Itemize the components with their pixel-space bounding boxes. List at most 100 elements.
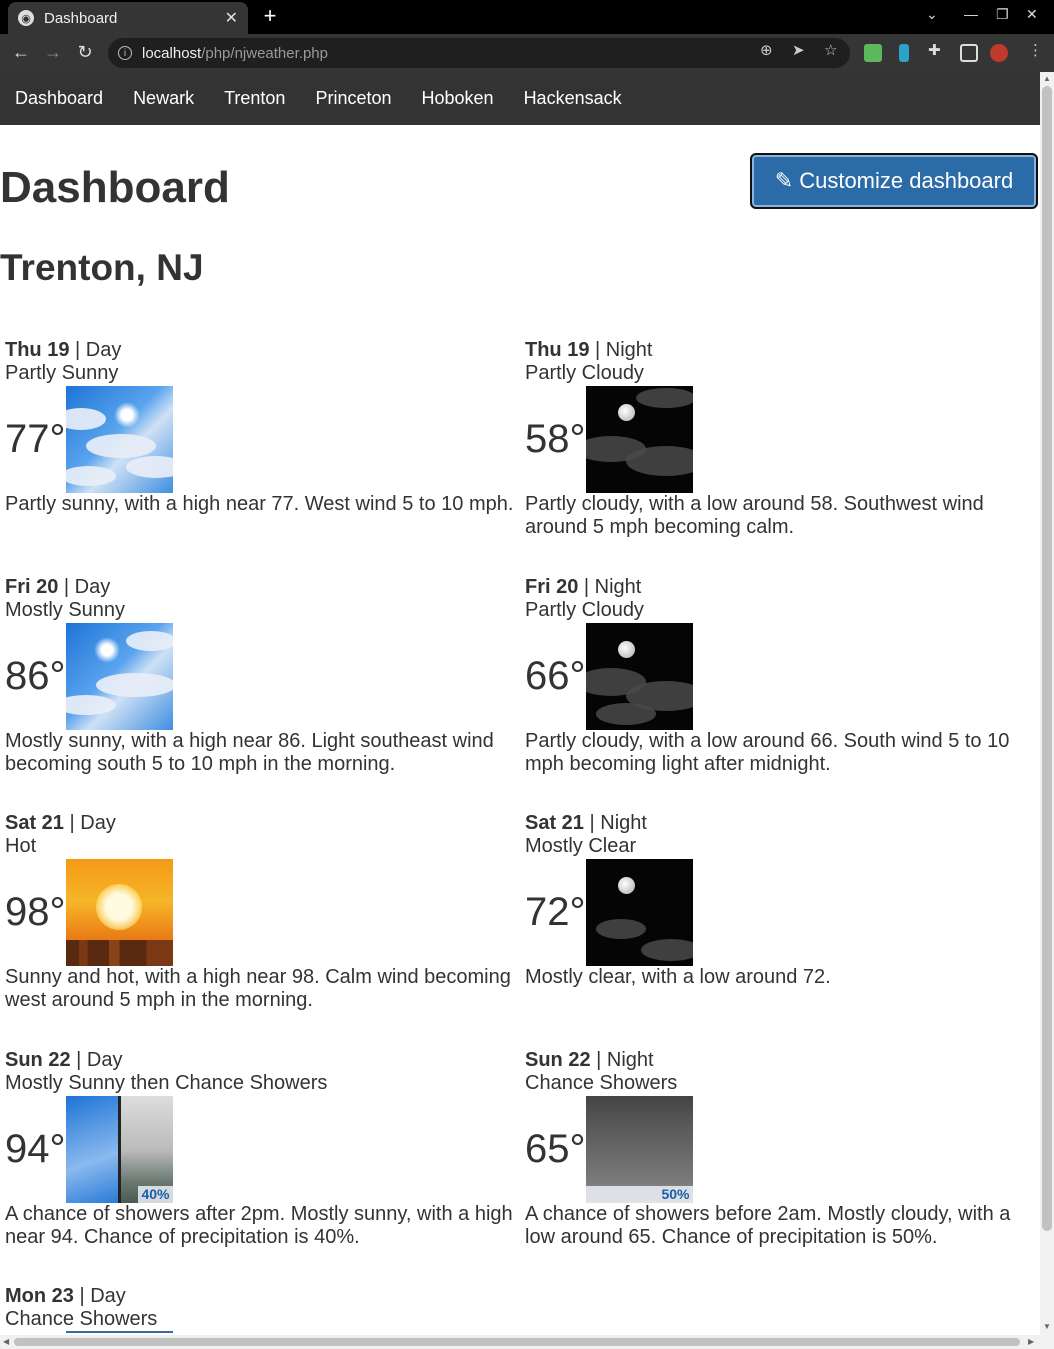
period-temperature: 72°	[525, 889, 586, 934]
period-detail: Partly sunny, with a high near 77. West …	[5, 493, 514, 515]
mostly-sunny-icon	[65, 622, 173, 730]
partly-sunny-icon	[65, 385, 173, 493]
sunny-then-showers-icon: 40%	[65, 1095, 173, 1203]
extensions-puzzle-icon[interactable]: ✚	[928, 41, 941, 59]
city-heading: Trenton, NJ	[0, 247, 204, 288]
new-tab-button[interactable]: +	[258, 4, 282, 28]
horizontal-scroll-thumb[interactable]	[14, 1338, 1020, 1346]
extension-green-icon[interactable]	[864, 44, 882, 62]
pencil-icon: ✎	[774, 168, 794, 193]
reload-icon[interactable]: ↻	[74, 42, 96, 63]
period-header: Sat 21 | Night	[525, 812, 647, 834]
period-temperature: 58°	[525, 416, 586, 461]
scroll-right-icon[interactable]: ▶	[1028, 1337, 1034, 1346]
vertical-scroll-thumb[interactable]	[1042, 86, 1052, 1231]
period-header: Sun 22 | Night	[525, 1049, 654, 1071]
precip-chance: 50%	[585, 1185, 693, 1203]
scroll-left-icon[interactable]: ◀	[3, 1337, 9, 1346]
nav-hoboken[interactable]: Hoboken	[422, 88, 494, 109]
period-header: Mon 23 | Day	[5, 1285, 126, 1307]
send-icon[interactable]: ➤	[792, 41, 805, 59]
period-header: Sat 21 | Day	[5, 812, 116, 834]
showers-icon	[66, 1331, 173, 1333]
tab-title: Dashboard	[44, 9, 118, 27]
main-content: Dashboard ✎ Customize dashboard Trenton,…	[0, 125, 1040, 1335]
browser-tab[interactable]: ◉ Dashboard ✕	[8, 2, 248, 34]
period-detail: Mostly clear, with a low around 72.	[525, 966, 831, 988]
profile-avatar[interactable]	[990, 44, 1008, 62]
address-bar[interactable]: i localhost/php/njweather.php	[108, 38, 850, 68]
tab-search-icon[interactable]: ⌄	[926, 6, 938, 23]
vertical-scrollbar[interactable]: ▲ ▼	[1040, 72, 1054, 1335]
night-partly-cloudy-icon	[585, 385, 693, 493]
forecast-period: Thu 19 | Day Partly Sunny 77° Partly sun…	[5, 339, 520, 516]
scroll-up-icon[interactable]: ▲	[1043, 74, 1051, 83]
forward-icon[interactable]: →	[42, 42, 64, 63]
period-short-forecast: Mostly Sunny then Chance Showers	[5, 1072, 328, 1094]
site-navbar: Dashboard Newark Trenton Princeton Hobok…	[0, 72, 1040, 125]
period-short-forecast: Mostly Clear	[525, 835, 637, 857]
period-temperature: 86°	[5, 653, 66, 698]
nav-princeton[interactable]: Princeton	[315, 88, 391, 109]
forecast-period: Sat 21 | Day Hot 98° Sunny and hot, with…	[5, 812, 520, 1012]
period-short-forecast: Partly Cloudy	[525, 599, 644, 621]
globe-icon: ◉	[18, 10, 34, 26]
side-panel-icon[interactable]	[960, 44, 978, 62]
extension-blue-icon[interactable]	[899, 44, 909, 62]
period-detail: Partly cloudy, with a low around 66. Sou…	[525, 730, 1010, 775]
zoom-icon[interactable]: ⊕	[760, 41, 773, 59]
menu-kebab-icon[interactable]: ⋮	[1028, 41, 1043, 59]
back-icon[interactable]: ←	[10, 42, 32, 63]
period-header: Sun 22 | Day	[5, 1049, 123, 1071]
customize-dashboard-button[interactable]: ✎ Customize dashboard	[750, 153, 1038, 209]
period-temperature: 66°	[525, 653, 586, 698]
period-temperature: 94°	[5, 1126, 66, 1171]
bookmark-star-icon[interactable]: ☆	[824, 41, 837, 59]
forecast-period: Sun 22 | Day Mostly Sunny then Chance Sh…	[5, 1049, 520, 1249]
period-header: Fri 20 | Day	[5, 576, 111, 598]
hot-sun-icon	[65, 858, 173, 966]
night-partly-cloudy-icon	[585, 622, 693, 730]
period-detail: Mostly sunny, with a high near 86. Light…	[5, 730, 494, 775]
customize-label: Customize dashboard	[799, 168, 1014, 193]
forecast-period: Sun 22 | Night Chance Showers 65° 50% A …	[525, 1049, 1040, 1249]
period-short-forecast: Hot	[5, 835, 37, 857]
nav-newark[interactable]: Newark	[133, 88, 194, 109]
browser-toolbar: ← → ↻ i localhost/php/njweather.php ⊕ ➤ …	[0, 34, 1054, 72]
nav-hackensack[interactable]: Hackensack	[524, 88, 622, 109]
page-title: Dashboard	[0, 163, 230, 212]
period-short-forecast: Partly Sunny	[5, 362, 119, 384]
minimize-icon[interactable]: —	[964, 6, 978, 22]
period-detail: A chance of showers after 2pm. Mostly su…	[5, 1203, 513, 1248]
period-short-forecast: Partly Cloudy	[525, 362, 644, 384]
period-short-forecast: Chance Showers	[5, 1308, 158, 1330]
forecast-period: Mon 23 | Day Chance Showers	[5, 1285, 520, 1333]
url-path: /php/njweather.php	[201, 44, 328, 62]
forecast-period: Fri 20 | Day Mostly Sunny 86° Mostly sun…	[5, 576, 520, 776]
night-showers-icon: 50%	[585, 1095, 693, 1203]
period-temperature: 77°	[5, 416, 66, 461]
close-window-icon[interactable]: ✕	[1026, 6, 1038, 23]
period-header: Thu 19 | Night	[525, 339, 653, 361]
period-detail: Sunny and hot, with a high near 98. Calm…	[5, 966, 511, 1011]
nav-trenton[interactable]: Trenton	[224, 88, 285, 109]
url-host: localhost	[142, 44, 202, 62]
close-tab-icon[interactable]: ✕	[225, 8, 238, 28]
browser-tab-strip: ◉ Dashboard ✕ + ⌄ — ❐ ✕	[0, 0, 1054, 34]
site-info-icon[interactable]: i	[118, 46, 132, 60]
night-mostly-clear-icon	[585, 858, 693, 966]
period-short-forecast: Mostly Sunny	[5, 599, 126, 621]
forecast-period: Sat 21 | Night Mostly Clear 72° Mostly c…	[525, 812, 1040, 989]
period-header: Thu 19 | Day	[5, 339, 122, 361]
period-header: Fri 20 | Night	[525, 576, 642, 598]
horizontal-scrollbar[interactable]: ◀ ▶	[0, 1335, 1054, 1349]
period-short-forecast: Chance Showers	[525, 1072, 678, 1094]
period-temperature: 65°	[525, 1126, 586, 1171]
restore-icon[interactable]: ❐	[996, 6, 1009, 23]
scroll-down-icon[interactable]: ▼	[1043, 1322, 1051, 1331]
period-temperature: 98°	[5, 889, 66, 934]
nav-dashboard[interactable]: Dashboard	[15, 88, 103, 109]
forecast-period: Fri 20 | Night Partly Cloudy 66° Partly …	[525, 576, 1040, 776]
precip-chance: 40%	[138, 1185, 173, 1203]
forecast-period: Thu 19 | Night Partly Cloudy 58° Partly …	[525, 339, 1040, 539]
